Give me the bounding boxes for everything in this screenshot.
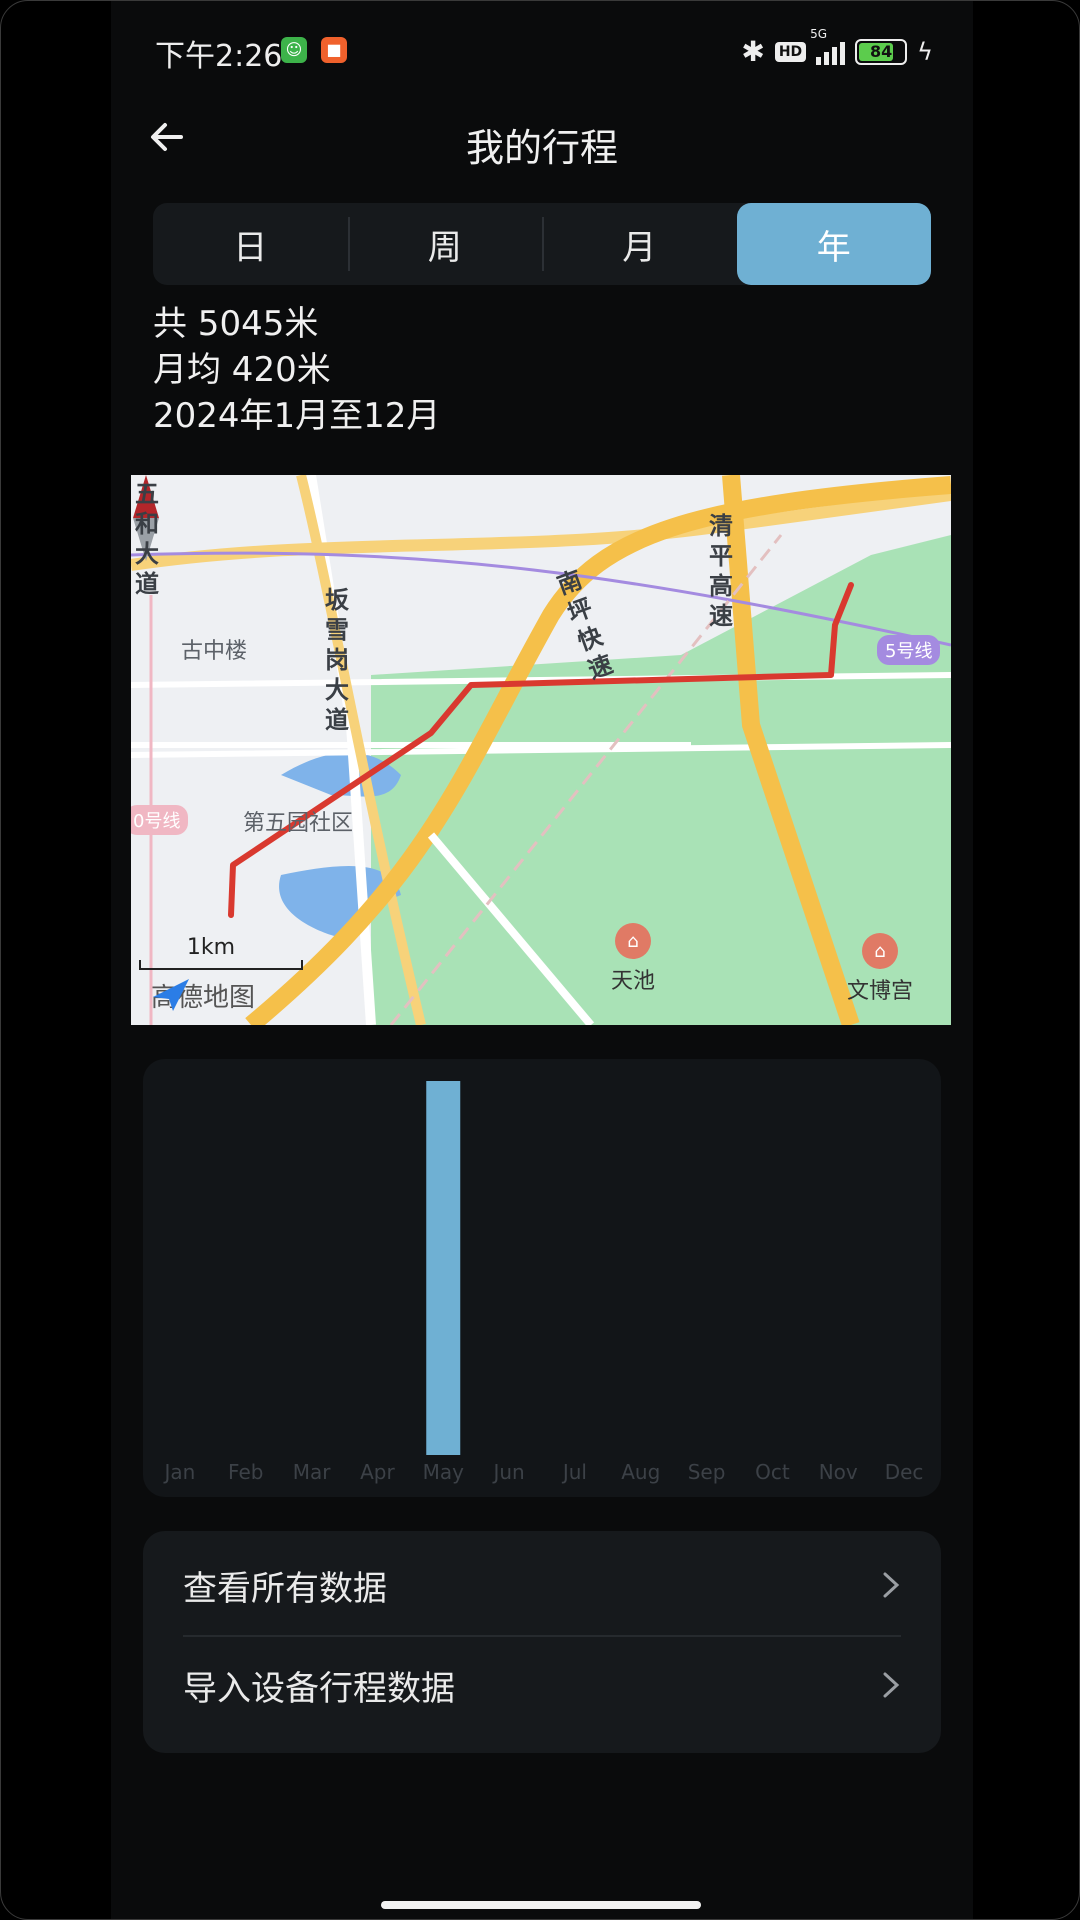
import-device-data-row[interactable]: 导入设备行程数据 [183,1635,901,1735]
x-tick-label-jul: Jul [561,1460,587,1484]
metro-badge-10: 0号线 [131,805,189,835]
view-all-data-label: 查看所有数据 [183,1568,387,1609]
signal-icon: 5G [810,27,846,65]
poi-tianchi[interactable]: ⌂ 天池 [611,923,655,995]
x-tick-label-aug: Aug [621,1460,660,1484]
total-distance: 共 5045米 [153,304,319,344]
poi-tianchi-label: 天池 [611,969,656,994]
route-map[interactable]: 五和大道 古中楼 坂雪岗大道 南坪快速 清平高速 5号线 0号线 第五园社区 ⌂… [131,475,951,1025]
app-screen: 下午2:26 ☺ ■ ✱ HD 5G 84 ϟ 我的行程 日 周 月 年 共 5… [111,1,973,1919]
tab-month[interactable]: 月 [542,203,737,285]
chevron-right-icon [883,1672,900,1698]
status-bar: 下午2:26 ☺ ■ ✱ HD 5G 84 ϟ [111,1,973,101]
hd-badge: HD [774,41,807,62]
bar-chart-svg: Jan Feb Mar Apr May Jun Jul Aug Sep Oct Nov Dec [162,1081,924,1484]
road-label-banxuegang: 坂雪岗大道 [325,586,349,734]
battery-icon: 84 [855,38,908,65]
poi-wenbogong[interactable]: ⌂ 文博宫 [847,933,913,1005]
tab-week[interactable]: 周 [347,203,543,285]
monthly-distance-chart: Jan Feb Mar Apr May Jun Jul Aug Sep Oct Nov Dec [143,1059,941,1497]
map-provider-logo: 高德地图 [151,977,255,1014]
x-tick-label-may: May [423,1460,465,1484]
import-device-data-label: 导入设备行程数据 [183,1668,455,1709]
x-tick-label-dec: Dec [885,1460,924,1484]
amap-logo-icon [153,979,189,1011]
status-time: 下午2:26 [155,39,283,74]
battery-level: 84 [870,41,893,61]
network-label: 5G [810,26,828,41]
date-range: 2024年1月至12月 [153,396,441,436]
road-label-qingping: 清平高速 [709,512,733,630]
charging-icon: ϟ [917,37,933,66]
place-label-guzhonglou: 古中楼 [181,639,248,664]
temple-icon: ⌂ [615,923,651,959]
actions-list: 查看所有数据 导入设备行程数据 [143,1531,941,1753]
status-icons: ✱ HD 5G 84 ϟ [741,27,933,69]
x-tick-label-jun: Jun [491,1460,524,1484]
x-tick-label-feb: Feb [228,1460,263,1484]
x-tick-label-nov: Nov [819,1460,858,1484]
metro-badge-5: 5号线 [877,635,941,665]
page-title: 我的行程 [465,126,618,170]
place-label-community: 第五园社区 [243,811,354,836]
home-indicator[interactable] [381,1901,701,1909]
tab-year[interactable]: 年 [736,203,931,285]
trip-summary: 共 5045米 月均 420米 2024年1月至12月 [153,301,440,439]
device-frame: 下午2:26 ☺ ■ ✱ HD 5G 84 ϟ 我的行程 日 周 月 年 共 5… [0,0,1080,1920]
notification-app-icon: ☺ [281,37,307,63]
bluetooth-icon: ✱ [741,35,765,68]
page-header: 我的行程 [111,109,973,170]
view-all-data-row[interactable]: 查看所有数据 [183,1535,901,1637]
scale-bar [139,960,303,970]
monthly-average: 月均 420米 [153,350,331,390]
bar-may[interactable] [426,1081,461,1455]
museum-icon: ⌂ [862,933,898,969]
chevron-right-icon [883,1572,900,1598]
tab-day[interactable]: 日 [153,203,348,285]
x-tick-label-apr: Apr [360,1460,395,1484]
period-tabs: 日 周 月 年 [153,203,931,285]
road-label-wuhe: 五和大道 [135,480,159,598]
poi-wenbogong-label: 文博宫 [847,979,914,1004]
x-tick-label-oct: Oct [755,1460,790,1484]
x-tick-label-mar: Mar [293,1460,332,1484]
x-tick-label-jan: Jan [162,1460,195,1484]
notification-video-icon: ■ [321,37,347,63]
scale-label: 1km [186,935,236,960]
x-tick-label-sep: Sep [688,1460,726,1484]
map-scale: 1km [139,935,303,970]
